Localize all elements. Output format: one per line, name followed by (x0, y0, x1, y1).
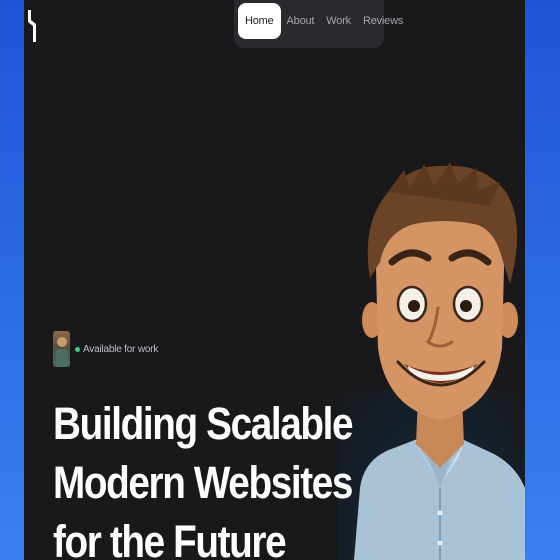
headline-line: Building Scalable (53, 398, 354, 449)
nav-item-about[interactable]: About (281, 3, 321, 39)
headline-line: Modern Websites (53, 457, 353, 508)
status-dot (75, 346, 80, 352)
nav-item-reviews[interactable]: Reviews (357, 3, 409, 39)
availability-status: Available for work (53, 331, 158, 367)
avatar (53, 331, 70, 367)
page-background-left (0, 0, 24, 560)
nav-item-home[interactable]: Home (238, 3, 281, 39)
hero-panel: Home About Work Reviews Available for wo… (24, 0, 525, 560)
page-background-right (525, 0, 560, 560)
status-text: Available for work (83, 343, 159, 355)
cartoon-character-illustration (354, 162, 525, 560)
headline-line: for the Future (53, 516, 287, 560)
nav-item-work[interactable]: Work (320, 3, 357, 39)
hero-headline: Building Scalable Modern Websites for th… (53, 394, 354, 560)
logo-icon[interactable] (24, 4, 42, 44)
top-nav: Home About Work Reviews (234, 0, 403, 48)
